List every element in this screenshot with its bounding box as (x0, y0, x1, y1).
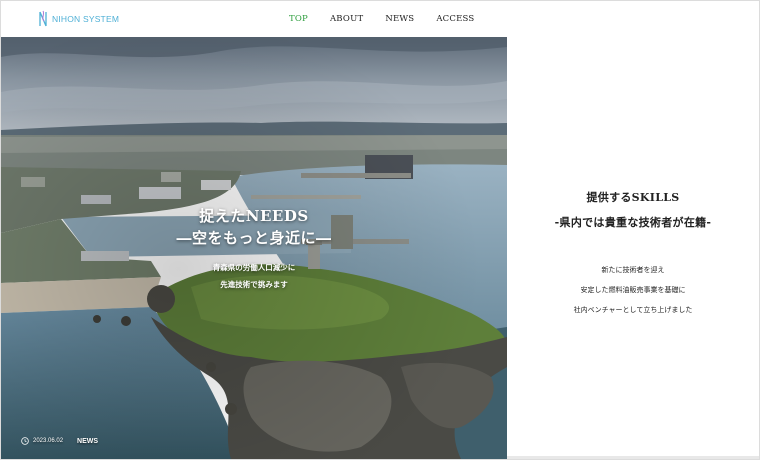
hero-sub-line1: 青森県の労働人口減少に (212, 263, 296, 272)
skills-line-3: 社内ベンチャーとして立ち上げました (573, 306, 693, 314)
hero-sub-line2: 先進技術で挑みます (220, 280, 288, 289)
news-ticker[interactable]: 2023.06.02 NEWS (21, 437, 98, 445)
hero-title-line2: ―空をもっと身近に― (176, 229, 332, 247)
page: NIHON SYSTEM TOP ABOUT NEWS ACCESS 捉えたNE… (0, 0, 760, 460)
hero-image: 捉えたNEEDS ―空をもっと身近に― 青森県の労働人口減少に 先進技術で挑みま… (1, 37, 507, 459)
logo-text: NIHON SYSTEM (52, 14, 120, 24)
skills-panel: 提供するSKILLS -県内では貴重な技術者が在籍- 新たに技術者を迎え 安定し… (507, 37, 759, 459)
news-link[interactable]: NEWS (77, 438, 98, 445)
hero-title-line1: 捉えたNEEDS (199, 207, 309, 225)
site-logo[interactable]: NIHON SYSTEM (37, 10, 119, 28)
skills-subtitle: -県内では貴重な技術者が在籍- (554, 216, 712, 229)
nav-top[interactable]: TOP (289, 14, 308, 24)
skills-line-1: 新たに技術者を迎え (601, 266, 665, 274)
skills-title: 提供するSKILLS (586, 191, 680, 204)
skills-description: 新たに技術者を迎え 安定した燃料油販売事業を基礎に 社内ベンチャーとして立ち上げ… (507, 260, 759, 320)
nav-news[interactable]: NEWS (385, 14, 414, 24)
skills-line-2: 安定した燃料油販売事業を基礎に (580, 286, 686, 294)
site-header: NIHON SYSTEM TOP ABOUT NEWS ACCESS (1, 1, 759, 37)
nav-access[interactable]: ACCESS (436, 14, 474, 24)
news-date: 2023.06.02 (33, 438, 64, 444)
logo-mark-icon (39, 10, 47, 27)
hero-copy: 捉えたNEEDS ―空をもっと身近に― 青森県の労働人口減少に 先進技術で挑みま… (151, 205, 357, 293)
nav-about[interactable]: ABOUT (330, 14, 363, 24)
panel-scroll-track (507, 456, 759, 459)
main-nav: TOP ABOUT NEWS ACCESS (289, 1, 496, 37)
clock-icon (21, 437, 29, 445)
